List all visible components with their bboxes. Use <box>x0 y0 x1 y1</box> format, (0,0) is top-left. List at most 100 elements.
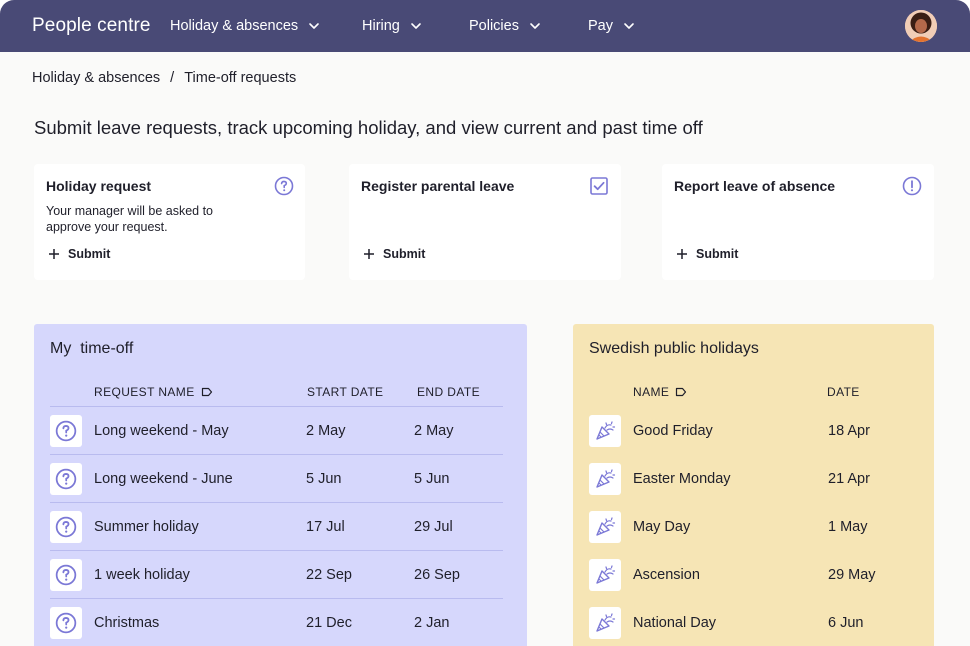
row-divider <box>50 598 503 599</box>
nav-label: Policies <box>469 18 519 34</box>
holiday-date: 21 Apr <box>828 471 870 487</box>
pending-status-icon <box>50 511 82 543</box>
holiday-request-card: Holiday request Your manager will be ask… <box>34 164 305 280</box>
request-name: Long weekend - June <box>94 471 233 487</box>
end-date: 2 Jan <box>414 615 450 631</box>
party-popper-icon <box>596 469 616 488</box>
holiday-icon-tile <box>589 607 621 639</box>
column-header-end-date[interactable]: END DATE <box>417 385 480 399</box>
party-popper-icon <box>596 565 616 584</box>
chevron-down-icon <box>309 23 319 29</box>
party-popper-icon <box>596 517 616 536</box>
row-divider <box>50 502 503 503</box>
end-date: 5 Jun <box>414 471 450 487</box>
nav-pay[interactable]: Pay <box>588 18 635 34</box>
nav-label: Holiday & absences <box>170 18 299 34</box>
column-header-label: NAME <box>633 385 670 399</box>
question-circle-icon <box>55 516 77 538</box>
request-name: 1 week holiday <box>94 567 190 583</box>
pending-status-icon <box>50 463 82 495</box>
start-date: 5 Jun <box>306 471 342 487</box>
card-description: Your manager will be asked to approve yo… <box>46 204 213 234</box>
submit-label: Submit <box>383 247 426 261</box>
column-header-label: END DATE <box>417 385 480 399</box>
column-header-label: REQUEST NAME <box>94 385 195 399</box>
party-popper-icon <box>596 421 616 440</box>
breadcrumb-separator: / <box>170 70 175 86</box>
request-name: Long weekend - May <box>94 423 229 439</box>
request-name: Christmas <box>94 615 160 631</box>
question-circle-icon <box>55 420 77 442</box>
header-divider <box>50 406 503 407</box>
column-header-label: DATE <box>827 385 860 399</box>
start-date: 21 Dec <box>306 615 352 631</box>
my-time-off-panel: My time-off REQUEST NAME START DATE END … <box>34 324 527 646</box>
nav-label: Pay <box>588 18 613 34</box>
question-circle-icon <box>55 564 77 586</box>
holiday-date: 1 May <box>828 519 868 535</box>
start-date: 17 Jul <box>306 519 345 535</box>
register-parental-leave-card: Register parental leave Submit <box>349 164 621 280</box>
sort-tag-icon <box>201 387 212 397</box>
row-divider <box>50 550 503 551</box>
page-title: Submit leave requests, track upcoming ho… <box>34 117 703 138</box>
holiday-name: National Day <box>633 615 717 631</box>
holiday-icon-tile <box>589 559 621 591</box>
avatar-portrait-icon <box>905 10 937 42</box>
nav-hiring[interactable]: Hiring <box>362 18 422 34</box>
pending-status-icon <box>50 415 82 447</box>
panel-title: My time-off <box>50 340 134 357</box>
nav-label: Hiring <box>362 18 400 34</box>
holiday-date: 6 Jun <box>828 615 864 631</box>
party-popper-icon <box>596 613 616 632</box>
breadcrumb-link-holiday-absences[interactable]: Holiday & absences <box>32 70 160 86</box>
request-name: Summer holiday <box>94 519 199 535</box>
top-navigation-bar: People centre Holiday & absences Hiring … <box>0 0 970 52</box>
start-date: 22 Sep <box>306 567 352 583</box>
submit-parental-leave-button[interactable]: Submit <box>363 247 425 261</box>
holiday-date: 18 Apr <box>828 423 870 439</box>
breadcrumb: Holiday & absences / Time-off requests <box>32 70 296 86</box>
start-date: 2 May <box>306 423 346 439</box>
question-circle-icon <box>55 468 77 490</box>
chevron-down-icon <box>624 23 634 29</box>
question-circle-icon <box>274 176 294 196</box>
holiday-name: Easter Monday <box>633 471 731 487</box>
app-frame: People centre Holiday & absences Hiring … <box>0 0 970 646</box>
card-title: Report leave of absence <box>674 178 836 194</box>
column-header-date[interactable]: DATE <box>827 385 860 399</box>
pending-status-icon <box>50 559 82 591</box>
plus-icon <box>364 249 374 259</box>
holiday-date: 29 May <box>828 567 876 583</box>
holiday-name: May Day <box>633 519 691 535</box>
brand-name[interactable]: People centre <box>32 15 151 37</box>
user-avatar[interactable] <box>905 10 937 42</box>
sort-tag-icon <box>676 387 687 397</box>
chevron-down-icon <box>530 23 540 29</box>
checkbox-icon <box>590 177 608 195</box>
column-header-label: START DATE <box>307 385 384 399</box>
column-header-request-name[interactable]: REQUEST NAME <box>94 385 213 399</box>
nav-policies[interactable]: Policies <box>469 18 541 34</box>
column-header-start-date[interactable]: START DATE <box>307 385 383 399</box>
card-title: Holiday request <box>46 178 152 194</box>
end-date: 26 Sep <box>414 567 460 583</box>
holiday-icon-tile <box>589 415 621 447</box>
pending-status-icon <box>50 607 82 639</box>
submit-label: Submit <box>68 247 111 261</box>
submit-leave-of-absence-button[interactable]: Submit <box>676 247 738 261</box>
holiday-name: Ascension <box>633 567 700 583</box>
chevron-down-icon <box>411 23 421 29</box>
nav-holiday-absences[interactable]: Holiday & absences <box>170 18 320 34</box>
report-leave-of-absence-card: Report leave of absence Submit <box>662 164 934 280</box>
question-circle-icon <box>55 612 77 634</box>
end-date: 2 May <box>414 423 454 439</box>
plus-icon <box>49 249 59 259</box>
holiday-icon-tile <box>589 463 621 495</box>
panel-title: Swedish public holidays <box>589 340 759 357</box>
breadcrumb-current-page: Time-off requests <box>184 70 297 86</box>
exclamation-circle-icon <box>902 176 922 196</box>
column-header-name[interactable]: NAME <box>633 385 687 399</box>
holiday-icon-tile <box>589 511 621 543</box>
submit-holiday-request-button[interactable]: Submit <box>48 247 110 261</box>
